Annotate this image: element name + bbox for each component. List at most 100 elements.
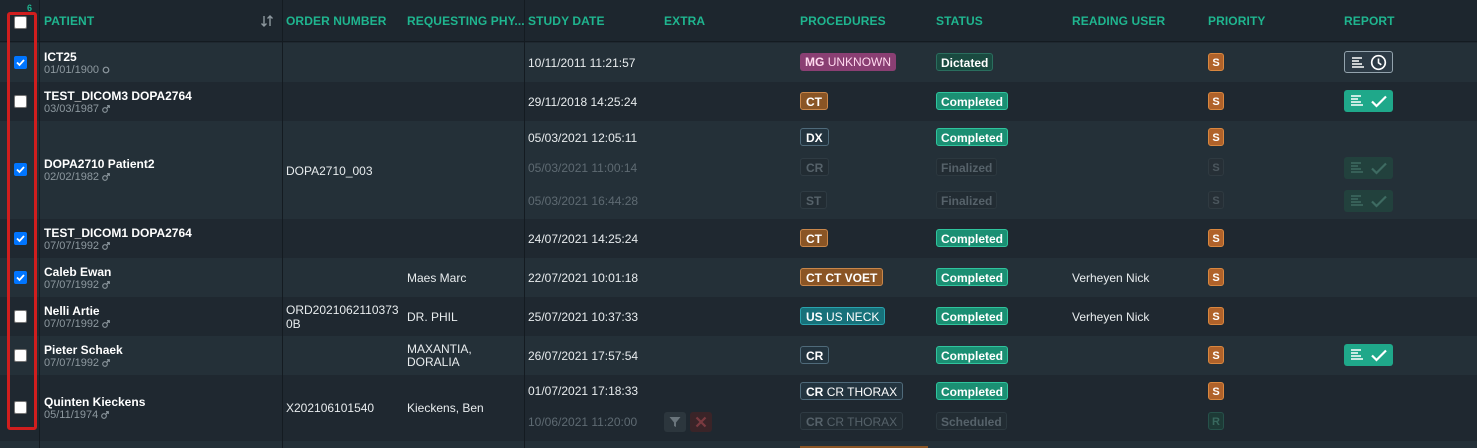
patient-dob: 05/11/1974 [44,409,110,421]
report-done-button[interactable] [1344,90,1393,112]
column-header-order-number[interactable]: ORDER NUMBER [286,14,387,28]
order-number-line2: 0B [286,317,301,331]
selected-count: 6 [27,3,33,13]
report-lines-icon [1351,162,1363,173]
priority-badge: S [1208,268,1224,286]
priority-badge: S [1208,191,1224,209]
status-badge: Finalized [936,191,998,209]
check-icon [1371,349,1387,362]
table-row[interactable]: ICT25 01/01/1900 10/11/2011 11:21:57 MG … [0,43,1477,82]
column-header-reading-user[interactable]: READING USER [1072,14,1165,28]
reading-user: Verheyen Nick [1072,271,1150,285]
study-date: 25/07/2021 10:37:33 [528,310,639,324]
row-checkbox[interactable] [14,56,27,69]
procedure-badge[interactable]: CR [800,158,830,176]
report-done-button[interactable] [1344,157,1393,179]
remove-button[interactable] [690,412,712,432]
procedure-badge[interactable]: CT [800,92,828,110]
table-row[interactable]: Nelli Artie 07/07/1992 ORD2021062110373 … [0,297,1477,336]
row-checkbox[interactable] [14,271,27,284]
male-icon [102,242,110,250]
check-icon [1371,195,1387,208]
male-icon [102,281,110,289]
study-date: 10/06/2021 11:20:00 [528,415,638,429]
procedure-badge[interactable]: ST [800,191,828,209]
study-date: 22/07/2021 10:01:18 [528,271,639,285]
male-icon [102,359,110,367]
clock-icon [1370,54,1387,71]
procedure-badge[interactable]: DX [800,128,829,146]
requesting-physician-line1: MAXANTIA, [407,342,472,356]
check-icon [1371,162,1387,175]
priority-badge: S [1208,158,1224,176]
unknown-gender-icon [102,66,110,74]
priority-badge: S [1208,53,1224,71]
column-header-patient[interactable]: PATIENT [44,14,94,28]
table-row[interactable] [0,441,1477,448]
order-number: DOPA2710_003 [286,164,373,178]
status-badge: Completed [936,346,1009,364]
row-checkbox[interactable] [14,401,27,414]
procedure-badge[interactable]: CR CR THORAX [800,382,904,400]
study-date: 05/03/2021 16:44:28 [528,194,639,208]
column-header-priority[interactable]: PRIORITY [1208,14,1265,28]
filter-button[interactable] [664,412,686,432]
patient-name: Nelli Artie [44,304,100,318]
patient-name: TEST_DICOM1 DOPA2764 [44,226,192,240]
priority-badge: S [1208,92,1224,110]
status-badge: Completed [936,382,1009,400]
select-all-checkbox[interactable] [14,16,27,29]
column-header-report[interactable]: REPORT [1344,14,1395,28]
report-done-button[interactable] [1344,190,1393,212]
study-date: 10/11/2011 11:21:57 [528,56,636,70]
study-date: 24/07/2021 14:25:24 [528,232,639,246]
procedure-badge[interactable]: CR CR THORAX [800,412,904,430]
priority-badge: S [1208,128,1224,146]
report-lines-icon [1351,195,1363,206]
close-icon [695,416,707,428]
status-badge: Completed [936,268,1009,286]
procedure-badge[interactable]: CT CT VOET [800,268,884,286]
column-header-requesting-physician[interactable]: REQUESTING PHY... [407,14,525,28]
column-header-procedures[interactable]: PROCEDURES [800,14,886,28]
status-badge: Completed [936,128,1009,146]
patient-dob: 07/07/1992 [44,240,110,252]
status-badge: Completed [936,92,1009,110]
male-icon [101,411,110,419]
male-icon [102,173,110,181]
order-number-line1: ORD2021062110373 [286,303,399,317]
column-header-status[interactable]: STATUS [936,14,983,28]
procedure-badge[interactable]: MG UNKNOWN [800,53,897,71]
report-done-button[interactable] [1344,344,1393,366]
report-lines-icon [1352,57,1364,68]
procedure-badge[interactable]: US US NECK [800,307,886,325]
table-row[interactable]: DOPA2710 Patient2 02/02/1982 DOPA2710_00… [0,121,1477,219]
column-header-study-date[interactable]: STUDY DATE [528,14,605,28]
row-checkbox[interactable] [14,163,27,176]
patient-name: Pieter Schaek [44,343,123,357]
priority-badge: S [1208,229,1224,247]
table-row[interactable]: Quinten Kieckens 05/11/1974 X20210610154… [0,375,1477,441]
table-row[interactable]: Pieter Schaek 07/07/1992 MAXANTIA, DORAL… [0,336,1477,375]
row-checkbox[interactable] [14,232,27,245]
row-checkbox[interactable] [14,349,27,362]
procedure-badge[interactable]: CR [800,346,830,364]
male-icon [102,105,110,113]
status-badge: Completed [936,307,1009,325]
table-row[interactable]: Caleb Ewan 07/07/1992 Maes Marc 22/07/20… [0,258,1477,297]
study-date: 29/11/2018 14:25:24 [528,95,638,109]
priority-badge: S [1208,382,1224,400]
procedure-badge[interactable]: CT [800,229,828,247]
status-badge: Scheduled [936,412,1007,430]
sort-icon[interactable] [260,14,274,28]
report-pending-button[interactable] [1344,51,1393,73]
column-header-extra[interactable]: EXTRA [664,14,705,28]
status-badge: Dictated [936,53,994,71]
table-row[interactable]: TEST_DICOM3 DOPA2764 03/03/1987 29/11/20… [0,82,1477,121]
priority-badge: R [1208,412,1224,430]
column-divider [39,0,40,448]
row-checkbox[interactable] [14,95,27,108]
table-row[interactable]: TEST_DICOM1 DOPA2764 07/07/1992 24/07/20… [0,219,1477,258]
row-checkbox[interactable] [14,310,27,323]
patient-dob: 02/02/1982 [44,171,110,183]
